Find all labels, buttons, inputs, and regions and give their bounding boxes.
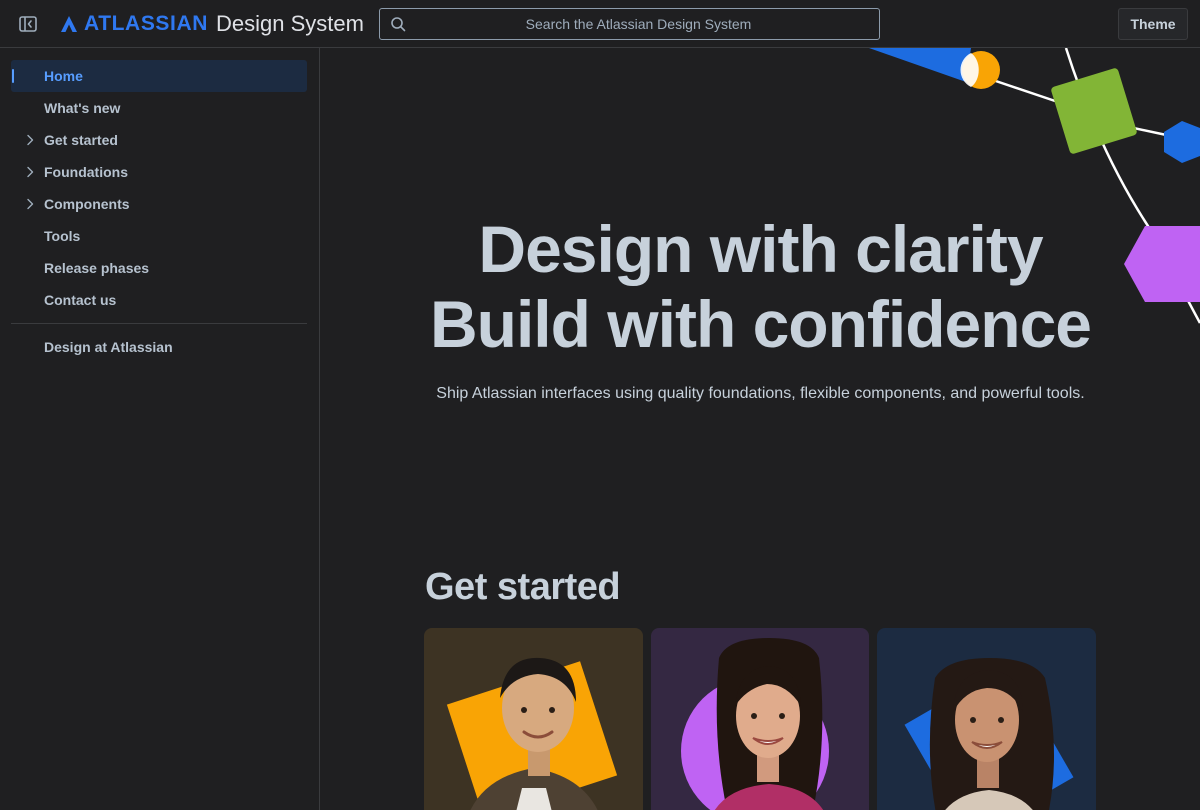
chevron-right-icon[interactable]: [22, 164, 38, 180]
atlassian-logo-icon: [61, 16, 77, 32]
green-square-shape: [1051, 68, 1137, 154]
blue-hexagon-shape: [1164, 121, 1200, 163]
sidebar-collapse-icon[interactable]: [16, 12, 40, 36]
product-name: Design System: [216, 11, 364, 36]
person-photo: [714, 638, 824, 810]
sidebar-item-label: Home: [44, 68, 83, 84]
sidebar-item-label: Components: [44, 196, 130, 212]
hero-title-line: Design with clarity: [478, 212, 1043, 286]
sidebar-item-label: Tools: [44, 228, 81, 244]
theme-button[interactable]: Theme: [1118, 8, 1188, 40]
card-illustration: [446, 657, 618, 810]
sidebar-item-label: What's new: [44, 100, 121, 116]
sidebar-item-tools[interactable]: Tools: [11, 220, 307, 252]
hero-title-line: Build with confidence: [429, 287, 1092, 361]
sidebar-extra-list: Design at Atlassian: [11, 331, 307, 363]
sidebar-item-contact-us[interactable]: Contact us: [11, 284, 307, 316]
get-started-card[interactable]: [424, 628, 643, 810]
top-navigation-bar: ATLASSIAN Design System Theme: [0, 0, 1200, 48]
section-title-get-started: Get started: [425, 566, 621, 608]
sidebar-nav-list: Home What's new Get started Foundations …: [11, 60, 307, 316]
sidebar-item-whats-new[interactable]: What's new: [11, 92, 307, 124]
chevron-right-icon[interactable]: [22, 132, 38, 148]
main-content: Design with clarity Build with confidenc…: [321, 48, 1200, 810]
hero-subtitle: Ship Atlassian interfaces using quality …: [436, 385, 1085, 402]
sidebar-item-release-phases[interactable]: Release phases: [11, 252, 307, 284]
get-started-card[interactable]: [651, 628, 869, 810]
card-illustration: [904, 658, 1074, 810]
brand-wordmark: ATLASSIAN: [84, 12, 209, 35]
sidebar: Home What's new Get started Foundations …: [0, 48, 320, 810]
sidebar-item-foundations[interactable]: Foundations: [11, 156, 307, 188]
sidebar-item-label: Contact us: [44, 292, 117, 308]
search-input[interactable]: [380, 9, 879, 39]
sidebar-divider: [11, 323, 307, 324]
sidebar-item-components[interactable]: Components: [11, 188, 307, 220]
sidebar-item-home[interactable]: Home: [11, 60, 307, 92]
sidebar-item-label: Foundations: [44, 164, 128, 180]
sidebar-item-design-at-atlassian[interactable]: Design at Atlassian: [11, 331, 307, 363]
sidebar-item-label: Release phases: [44, 260, 150, 276]
sidebar-item-label: Design at Atlassian: [44, 339, 173, 355]
sidebar-item-get-started[interactable]: Get started: [11, 124, 307, 156]
brand-home-link[interactable]: ATLASSIAN Design System: [60, 9, 364, 39]
card-illustration: [681, 638, 829, 810]
hero-title: Design with clarity Build with confidenc…: [321, 212, 1200, 362]
blue-triangle-shape: [869, 48, 971, 82]
sidebar-item-label: Get started: [44, 132, 118, 148]
person-photo: [929, 658, 1054, 810]
search-box[interactable]: [379, 8, 880, 40]
chevron-right-icon[interactable]: [22, 196, 38, 212]
search-icon: [390, 16, 406, 32]
get-started-card[interactable]: [877, 628, 1096, 810]
